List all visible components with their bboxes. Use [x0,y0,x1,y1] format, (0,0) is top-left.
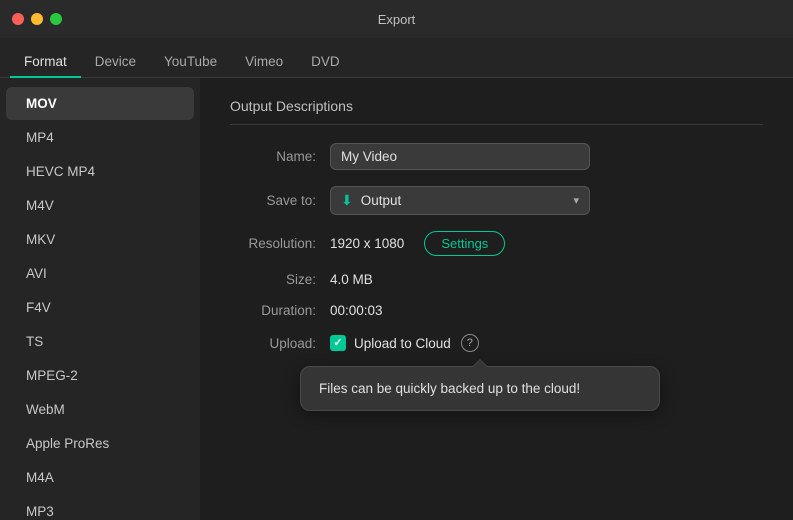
sidebar-item-ts[interactable]: TS [6,325,194,358]
minimize-button[interactable] [31,13,43,25]
tab-dvd[interactable]: DVD [297,46,354,77]
save-to-inner: ⬇ Output [341,192,401,209]
size-label: Size: [230,272,330,287]
sidebar: MOV MP4 HEVC MP4 M4V MKV AVI F4V TS MPEG… [0,78,200,520]
sidebar-item-webm[interactable]: WebM [6,393,194,426]
save-to-dropdown[interactable]: ⬇ Output ▾ [330,186,590,215]
upload-to-cloud-label: Upload to Cloud [354,336,451,351]
sidebar-item-apple-prores[interactable]: Apple ProRes [6,427,194,460]
tooltip-text: Files can be quickly backed up to the cl… [319,381,580,396]
size-row: Size: 4.0 MB [230,272,763,287]
save-to-row: Save to: ⬇ Output ▾ [230,186,763,215]
resolution-label: Resolution: [230,236,330,251]
tab-format[interactable]: Format [10,46,81,77]
save-to-value: Output [361,193,402,208]
size-value: 4.0 MB [330,272,373,287]
sidebar-item-mp4[interactable]: MP4 [6,121,194,154]
name-label: Name: [230,149,330,164]
sidebar-item-m4a[interactable]: M4A [6,461,194,494]
main-layout: MOV MP4 HEVC MP4 M4V MKV AVI F4V TS MPEG… [0,78,793,520]
checkbox-indicator: ✓ [330,335,346,351]
sidebar-item-avi[interactable]: AVI [6,257,194,290]
duration-value: 00:00:03 [330,303,383,318]
sidebar-item-m4v[interactable]: M4V [6,189,194,222]
duration-row: Duration: 00:00:03 [230,303,763,318]
title-bar: Export [0,0,793,38]
content-area: Output Descriptions Name: Save to: ⬇ Out… [200,78,793,520]
help-icon[interactable]: ? [461,334,479,352]
name-row: Name: [230,143,763,170]
sidebar-item-mpeg2[interactable]: MPEG-2 [6,359,194,392]
close-button[interactable] [12,13,24,25]
sidebar-item-f4v[interactable]: F4V [6,291,194,324]
save-to-label: Save to: [230,193,330,208]
settings-button[interactable]: Settings [424,231,505,256]
sidebar-item-mp3[interactable]: MP3 [6,495,194,520]
tab-vimeo[interactable]: Vimeo [231,46,297,77]
tab-youtube[interactable]: YouTube [150,46,231,77]
window-title: Export [378,12,416,27]
output-descriptions-heading: Output Descriptions [230,98,763,125]
cloud-tooltip: Files can be quickly backed up to the cl… [300,366,660,411]
duration-label: Duration: [230,303,330,318]
fullscreen-button[interactable] [50,13,62,25]
upload-to-cloud-checkbox[interactable]: ✓ Upload to Cloud [330,335,451,351]
download-icon: ⬇ [341,192,353,209]
tab-device[interactable]: Device [81,46,150,77]
upload-row: Upload: ✓ Upload to Cloud ? Files can be… [230,334,763,352]
chevron-down-icon: ▾ [573,194,579,207]
checkmark-icon: ✓ [333,338,342,349]
sidebar-item-hevc-mp4[interactable]: HEVC MP4 [6,155,194,188]
name-input[interactable] [330,143,590,170]
upload-label: Upload: [230,336,330,351]
sidebar-item-mov[interactable]: MOV [6,87,194,120]
resolution-value: 1920 x 1080 [330,236,404,251]
sidebar-item-mkv[interactable]: MKV [6,223,194,256]
traffic-lights [12,13,62,25]
tab-bar: Format Device YouTube Vimeo DVD [0,38,793,78]
resolution-row: Resolution: 1920 x 1080 Settings [230,231,763,256]
